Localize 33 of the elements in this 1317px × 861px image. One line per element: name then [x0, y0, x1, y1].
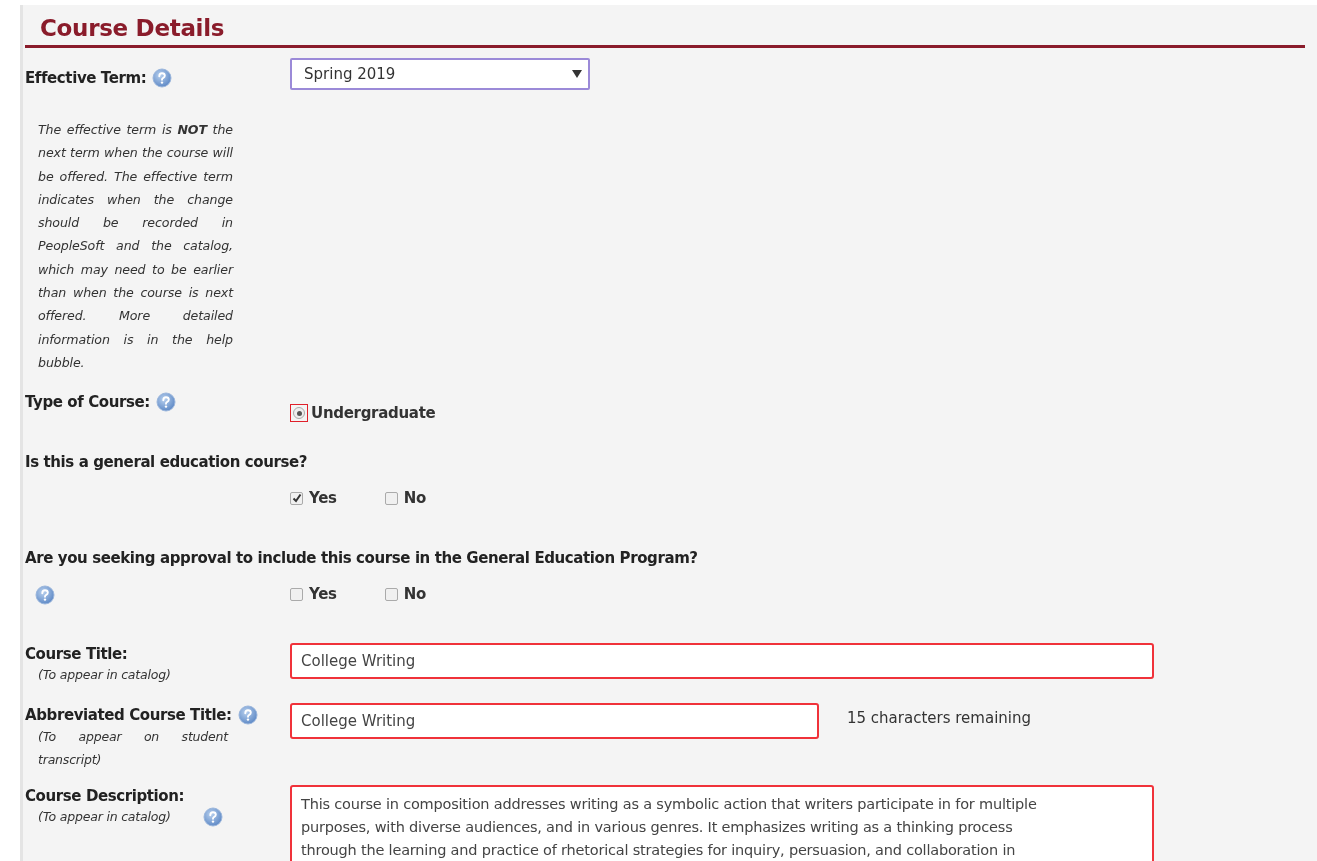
help-icon[interactable] [35, 585, 55, 606]
help-note: The effective term is NOT the next term when the course will be offered. The effective term indicates when the change should be recorded in PeopleSoft and the catalog, which may need to be earlier than when the course is next offered. More detailed information is in the help bubble. [38, 121, 233, 372]
caret-icon [572, 70, 582, 78]
section-heading: Course Details [40, 15, 225, 43]
option-label: No [403, 489, 426, 508]
option-label: Yes [309, 585, 337, 604]
field-label: Course Description: [25, 787, 185, 806]
field-hint: (To appear in catalog) [38, 666, 172, 685]
checkbox[interactable] [290, 491, 303, 505]
term-dropdown[interactable]: Spring 2019 [290, 58, 590, 90]
question-text: Are you seeking approval to include this course in the General Education Program? [25, 549, 699, 568]
field-label: Course Title: [25, 645, 128, 664]
text-field[interactable]: College Writing [290, 643, 1154, 680]
character-counter: 15 characters remaining [847, 708, 1031, 728]
field-hint: (To appear in catalog) [38, 808, 171, 827]
checkbox[interactable] [384, 491, 398, 505]
option-label: No [403, 585, 426, 604]
help-icon[interactable] [152, 68, 173, 88]
description-field[interactable]: This course in composition addresses writing as a symbolic action that writers participate in for multiple purposes, with diverse audiences, and in various genres. It emphasizes writing as a thinking process through the learning and practice of rhetorical strategies for inquiry, persuasion, and collaboration in [290, 785, 1154, 861]
option-label: Undergraduate [311, 404, 436, 423]
text-field[interactable]: College Writing [290, 703, 819, 740]
field-label: Abbreviated Course Title: [25, 706, 232, 725]
checkbox[interactable] [290, 587, 303, 601]
radio-button[interactable] [290, 404, 308, 423]
field-hint: (To appear on student transcript) [38, 728, 228, 770]
question-text: Is this a general education course? [25, 453, 309, 472]
help-icon[interactable] [202, 806, 223, 827]
field-label: Effective Term: [25, 69, 147, 87]
field-label: Type of Course: [25, 393, 150, 412]
help-icon[interactable] [237, 705, 258, 726]
option-label: Yes [309, 489, 337, 508]
help-icon[interactable] [155, 392, 176, 413]
checkbox[interactable] [384, 587, 398, 601]
